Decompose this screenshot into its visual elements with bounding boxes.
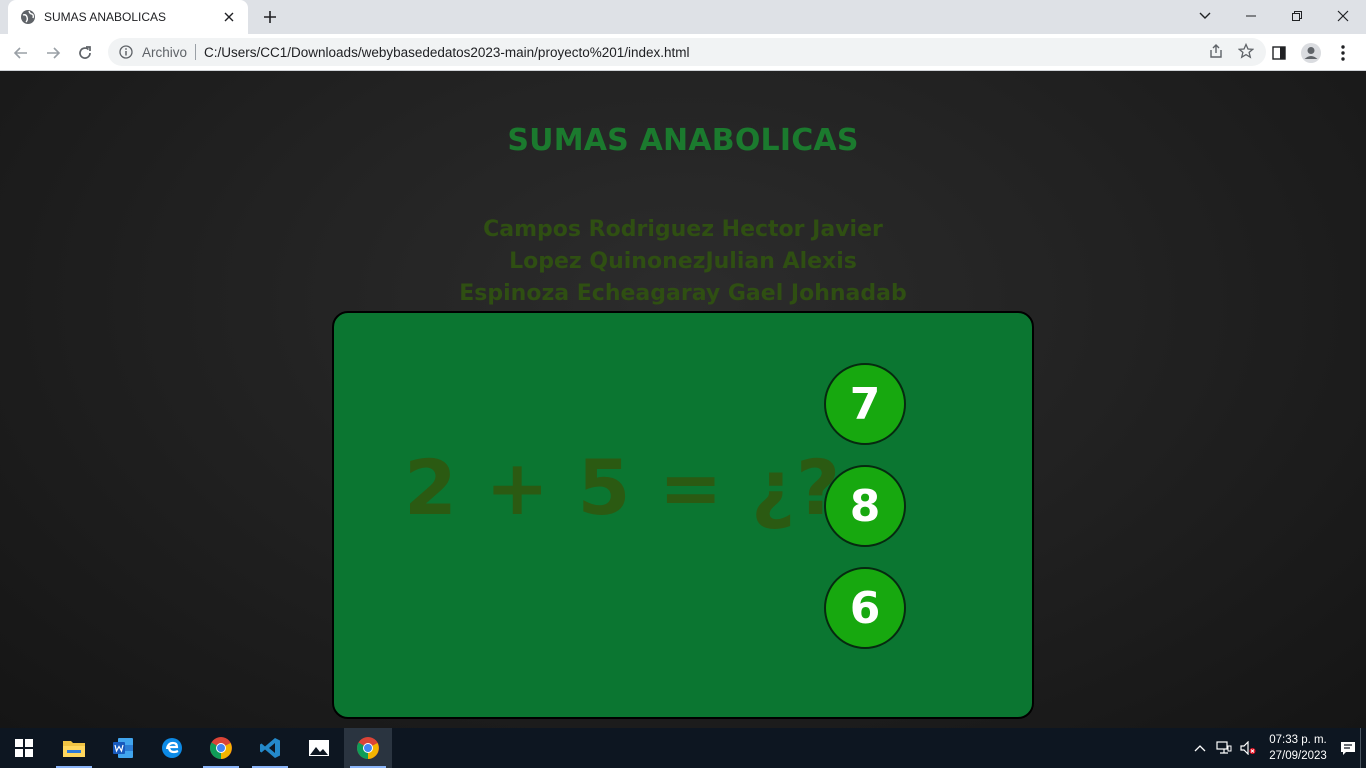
- answer-option-button[interactable]: 7: [824, 363, 906, 445]
- chrome-active-icon: [357, 737, 379, 759]
- page-title: SUMAS ANABOLICAS: [507, 123, 859, 158]
- taskbar-word[interactable]: [99, 728, 147, 768]
- author-name: Lopez QuinonezJulian Alexis: [509, 249, 857, 274]
- tab-close-icon[interactable]: [220, 8, 238, 26]
- browser-menu-button[interactable]: [1330, 40, 1356, 66]
- chrome-icon: [210, 737, 232, 759]
- browser-toolbar: Archivo C:/Users/CC1/Downloads/webybased…: [0, 34, 1366, 71]
- network-icon[interactable]: [1212, 728, 1236, 768]
- taskbar-file-explorer[interactable]: [50, 728, 98, 768]
- author-name: Campos Rodriguez Hector Javier: [483, 217, 883, 242]
- forward-button[interactable]: [40, 40, 66, 66]
- restore-button[interactable]: [1274, 0, 1320, 32]
- volume-muted-icon[interactable]: [1236, 728, 1260, 768]
- browser-tab-strip: SUMAS ANABOLICAS: [0, 0, 1366, 34]
- side-panel-button[interactable]: [1266, 40, 1292, 66]
- author-name: Espinoza Echeagaray Gael Johnadab: [459, 281, 907, 306]
- equation-text: 2 + 5 = ¿?: [404, 443, 842, 532]
- scheme-label: Archivo: [142, 44, 188, 60]
- side-panel-icon: [1272, 46, 1286, 60]
- info-icon[interactable]: [118, 44, 134, 60]
- photos-icon: [309, 740, 329, 756]
- page-viewport: SUMAS ANABOLICAS Campos Rodriguez Hector…: [0, 71, 1366, 728]
- browser-tab[interactable]: SUMAS ANABOLICAS: [8, 0, 248, 34]
- arrow-left-icon: [13, 47, 27, 59]
- taskbar-photos[interactable]: [295, 728, 343, 768]
- chevron-up-icon[interactable]: [1188, 728, 1212, 768]
- edge-icon: [162, 738, 182, 758]
- omnibox-divider: [195, 44, 197, 60]
- globe-icon: [20, 9, 36, 25]
- back-button[interactable]: [8, 40, 34, 66]
- windows-taskbar: 07:33 p. m. 27/09/2023: [0, 728, 1366, 768]
- start-button[interactable]: [0, 728, 48, 768]
- reload-button[interactable]: [72, 40, 98, 66]
- address-bar[interactable]: Archivo C:/Users/CC1/Downloads/webybased…: [108, 38, 1266, 66]
- taskbar-edge[interactable]: [148, 728, 196, 768]
- word-icon: [113, 738, 133, 758]
- close-icon: [1337, 10, 1349, 22]
- tab-search-button[interactable]: [1194, 6, 1216, 26]
- taskbar-chrome-active[interactable]: [344, 728, 392, 768]
- arrow-right-icon: [47, 47, 61, 59]
- minimize-button[interactable]: [1228, 0, 1274, 32]
- windows-start-icon: [15, 739, 33, 757]
- question-card: 2 + 5 = ¿? 7 8 6: [332, 311, 1034, 719]
- folder-icon: [63, 741, 85, 757]
- reload-icon: [79, 46, 91, 59]
- avatar-icon: [1301, 43, 1321, 63]
- clock-time: 07:33 p. m.: [1269, 734, 1327, 746]
- answer-option-button[interactable]: 6: [824, 567, 906, 649]
- profile-button[interactable]: [1298, 40, 1324, 66]
- omnibox-actions: [1208, 42, 1255, 64]
- author-list: Campos Rodriguez Hector Javier Lopez Qui…: [0, 214, 1366, 310]
- share-icon[interactable]: [1208, 43, 1224, 64]
- window-controls: [1228, 0, 1366, 32]
- tab-title: SUMAS ANABOLICAS: [44, 10, 167, 24]
- close-window-button[interactable]: [1320, 0, 1366, 32]
- taskbar-chrome[interactable]: [197, 728, 245, 768]
- minimize-icon: [1246, 15, 1256, 17]
- plus-icon: [264, 11, 276, 23]
- taskbar-clock[interactable]: 07:33 p. m. 27/09/2023: [1260, 732, 1336, 764]
- bookmark-star-icon[interactable]: [1237, 42, 1255, 64]
- clock-date: 27/09/2023: [1269, 750, 1327, 762]
- taskbar-vscode[interactable]: [246, 728, 294, 768]
- answer-option-button[interactable]: 8: [824, 465, 906, 547]
- show-desktop-button[interactable]: [1360, 728, 1366, 768]
- new-tab-button[interactable]: [258, 6, 282, 28]
- vscode-icon: [260, 738, 280, 758]
- kebab-menu-icon: [1341, 45, 1345, 61]
- url-text[interactable]: C:/Users/CC1/Downloads/webybasededatos20…: [204, 45, 690, 60]
- restore-icon: [1292, 11, 1302, 21]
- system-tray: 07:33 p. m. 27/09/2023: [1188, 728, 1366, 768]
- chevron-down-icon: [1199, 12, 1211, 19]
- notifications-icon[interactable]: [1336, 728, 1360, 768]
